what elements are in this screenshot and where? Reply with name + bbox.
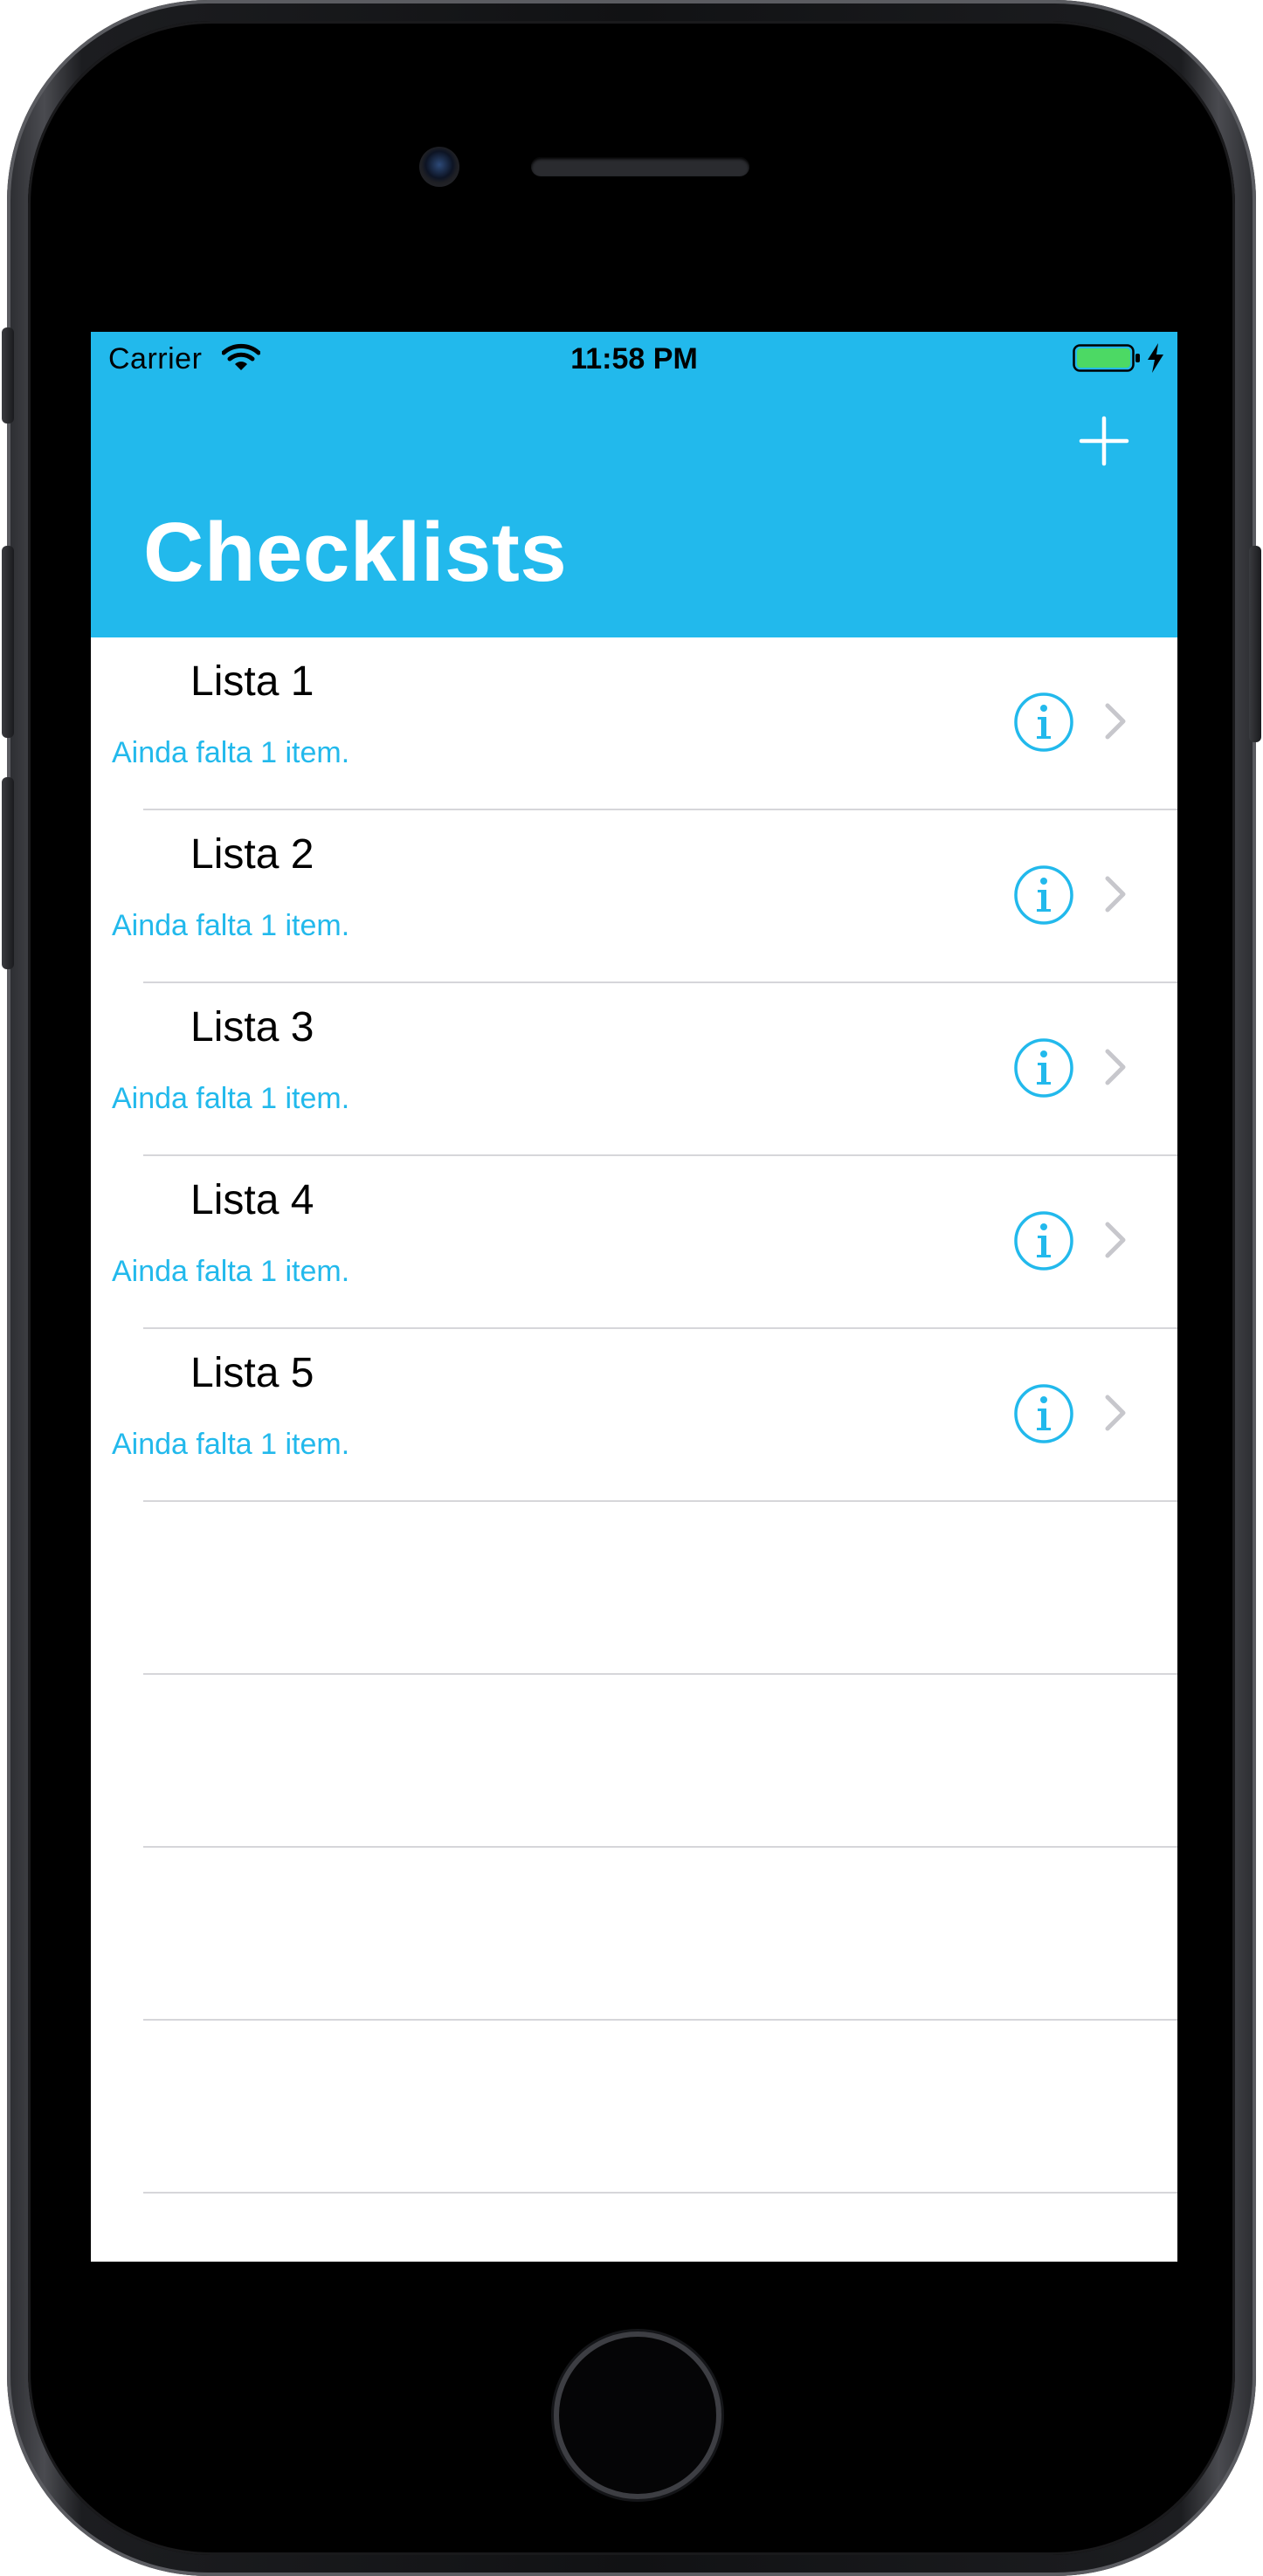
info-icon[interactable] — [1013, 692, 1074, 753]
list-item-subtitle: Ainda falta 1 item. — [112, 1255, 350, 1288]
page-title: Checklists — [143, 506, 568, 599]
home-button[interactable] — [554, 2331, 721, 2499]
add-checklist-button[interactable] — [1069, 406, 1139, 476]
status-bar: Carrier 11:58 PM — [91, 332, 1177, 384]
list-item-subtitle: Ainda falta 1 item. — [112, 736, 350, 769]
silent-switch — [2, 327, 14, 424]
list-item[interactable]: Lista 2 Ainda falta 1 item. — [91, 810, 1177, 983]
chevron-right-icon — [1105, 703, 1126, 740]
empty-row — [91, 1502, 1177, 1675]
info-icon[interactable] — [1013, 1037, 1074, 1099]
info-icon[interactable] — [1013, 1383, 1074, 1444]
list-item-title: Lista 4 — [190, 1177, 314, 1223]
info-icon[interactable] — [1013, 864, 1074, 926]
battery-icon — [1073, 344, 1140, 372]
checklist-table: Lista 1 Ainda falta 1 item. Lista 2 Aind… — [91, 637, 1177, 2194]
chevron-right-icon — [1105, 1395, 1126, 1431]
list-item-title: Lista 1 — [190, 658, 314, 705]
empty-row — [91, 1675, 1177, 1848]
list-item[interactable]: Lista 5 Ainda falta 1 item. — [91, 1329, 1177, 1502]
list-item-subtitle: Ainda falta 1 item. — [112, 909, 350, 942]
chevron-right-icon — [1105, 876, 1126, 913]
app-screen: Carrier 11:58 PM Checklists Lista 1 Aind… — [91, 332, 1177, 2262]
list-item[interactable]: Lista 3 Ainda falta 1 item. — [91, 983, 1177, 1156]
list-item-title: Lista 2 — [190, 831, 314, 878]
power-button — [1249, 546, 1261, 742]
info-icon[interactable] — [1013, 1210, 1074, 1271]
volume-down-button — [2, 777, 14, 969]
earpiece-speaker — [531, 157, 749, 176]
navigation-bar: Carrier 11:58 PM Checklists — [91, 332, 1177, 637]
chevron-right-icon — [1105, 1222, 1126, 1258]
status-time: 11:58 PM — [570, 342, 698, 375]
plus-icon — [1079, 416, 1129, 466]
list-item-title: Lista 3 — [190, 1004, 314, 1050]
chevron-right-icon — [1105, 1049, 1126, 1085]
charging-bolt-icon — [1148, 343, 1163, 373]
row-separator — [143, 2192, 1177, 2194]
list-item[interactable]: Lista 1 Ainda falta 1 item. — [91, 637, 1177, 810]
list-item-title: Lista 5 — [190, 1350, 314, 1396]
empty-row — [91, 2021, 1177, 2194]
list-item-subtitle: Ainda falta 1 item. — [112, 1428, 350, 1461]
empty-row — [91, 1848, 1177, 2021]
list-item-subtitle: Ainda falta 1 item. — [112, 1082, 350, 1115]
volume-up-button — [2, 546, 14, 738]
list-item[interactable]: Lista 4 Ainda falta 1 item. — [91, 1156, 1177, 1329]
front-camera — [419, 147, 459, 187]
